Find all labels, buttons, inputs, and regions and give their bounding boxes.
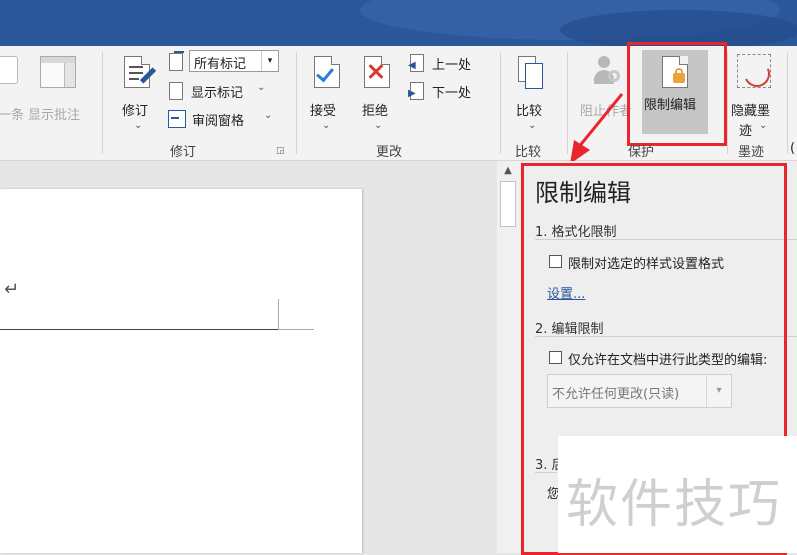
red-arrow bbox=[570, 93, 624, 164]
next-change-label: 下一处 bbox=[432, 86, 472, 101]
reviewing-pane-icon bbox=[168, 110, 186, 128]
group-label-ink: 墨迹 bbox=[738, 145, 765, 160]
table-border-line bbox=[0, 329, 278, 330]
reject-button[interactable]: 拒绝 ⌄ bbox=[356, 52, 398, 136]
previous-comment-button[interactable]: 一条 bbox=[0, 56, 24, 134]
chevron-down-icon: ⌄ bbox=[374, 120, 383, 131]
ribbon-edge-char: ( bbox=[790, 141, 796, 156]
vertical-scrollbar[interactable]: ▲ bbox=[497, 161, 519, 553]
previous-change-label: 上一处 bbox=[432, 58, 472, 73]
previous-change-icon: ◀ bbox=[408, 54, 424, 72]
markup-select-value: 所有标记 bbox=[194, 57, 247, 72]
show-comments-icon bbox=[40, 56, 76, 88]
show-markup-label: 显示标记 bbox=[191, 86, 244, 101]
reviewing-pane-label: 审阅窗格 bbox=[192, 114, 245, 129]
table-border-line bbox=[278, 299, 279, 329]
chevron-down-icon: ⌄ bbox=[759, 120, 768, 131]
hide-ink-label-line2: 迹 bbox=[739, 124, 753, 139]
chevron-down-icon: ⌄ bbox=[257, 82, 266, 93]
document-page[interactable]: ↵ bbox=[0, 189, 362, 553]
reviewing-pane-button[interactable]: 审阅窗格 ⌄ bbox=[166, 108, 276, 130]
show-markup-button[interactable]: 显示标记 ⌄ bbox=[166, 80, 276, 102]
review-ribbon: 一条 显示批注 修订 ⌄ 所有标记 ▾ 显示标记 ⌄ 审阅窗格 ⌄ 修订 ◲ 接… bbox=[0, 42, 797, 161]
track-changes-button[interactable]: 修订 ⌄ bbox=[114, 52, 160, 136]
hide-ink-button[interactable]: 隐藏墨 迹 ⌄ bbox=[731, 52, 783, 139]
watermark: 软件技巧 bbox=[558, 436, 797, 553]
previous-comment-label: 一条 bbox=[0, 108, 25, 123]
reject-label: 拒绝 bbox=[362, 104, 389, 119]
compare-label: 比较 bbox=[516, 104, 543, 119]
chevron-down-icon: ⌄ bbox=[528, 120, 537, 131]
block-authors-icon bbox=[592, 54, 622, 88]
track-changes-icon bbox=[124, 56, 157, 88]
show-comments-button[interactable]: 显示批注 bbox=[28, 56, 92, 134]
scroll-up-arrow-icon[interactable]: ▲ bbox=[500, 163, 516, 179]
group-label-compare: 比较 bbox=[515, 145, 542, 160]
accept-icon bbox=[314, 56, 340, 88]
next-change-icon: ▶ bbox=[408, 82, 424, 100]
title-bar bbox=[0, 0, 797, 46]
chevron-down-icon: ⌄ bbox=[134, 120, 143, 131]
markup-select[interactable]: 所有标记 ▾ bbox=[189, 50, 279, 72]
hide-ink-label-line1: 隐藏墨 bbox=[731, 104, 771, 119]
reject-icon bbox=[364, 56, 390, 88]
scroll-thumb[interactable] bbox=[500, 181, 516, 227]
accept-label: 接受 bbox=[310, 104, 337, 119]
chevron-down-icon: ▾ bbox=[261, 51, 278, 71]
show-comments-label: 显示批注 bbox=[28, 108, 81, 123]
previous-change-button[interactable]: ◀ 上一处 bbox=[408, 52, 484, 74]
compare-button[interactable]: 比较 ⌄ bbox=[512, 52, 554, 136]
document-area[interactable]: ↵ bbox=[0, 161, 497, 553]
group-label-protect: 保护 bbox=[628, 145, 655, 160]
watermark-text: 软件技巧 bbox=[566, 475, 783, 535]
accept-button[interactable]: 接受 ⌄ bbox=[306, 52, 348, 136]
chevron-down-icon: ⌄ bbox=[322, 120, 331, 131]
show-markup-icon bbox=[169, 82, 183, 100]
group-label-changes: 更改 bbox=[376, 145, 403, 160]
next-change-button[interactable]: ▶ 下一处 bbox=[408, 80, 484, 102]
chevron-down-icon: ⌄ bbox=[264, 110, 273, 121]
compare-icon bbox=[518, 56, 543, 89]
track-changes-label: 修订 bbox=[122, 104, 149, 119]
highlight-frame bbox=[627, 42, 727, 146]
paragraph-mark-icon: ↵ bbox=[4, 279, 20, 300]
markup-dropdown-icon bbox=[167, 51, 185, 71]
table-border-line bbox=[278, 329, 314, 330]
hide-ink-icon bbox=[737, 54, 774, 91]
group-label-tracking: 修订 bbox=[170, 145, 197, 160]
dialog-launcher-icon[interactable]: ◲ bbox=[276, 146, 285, 156]
